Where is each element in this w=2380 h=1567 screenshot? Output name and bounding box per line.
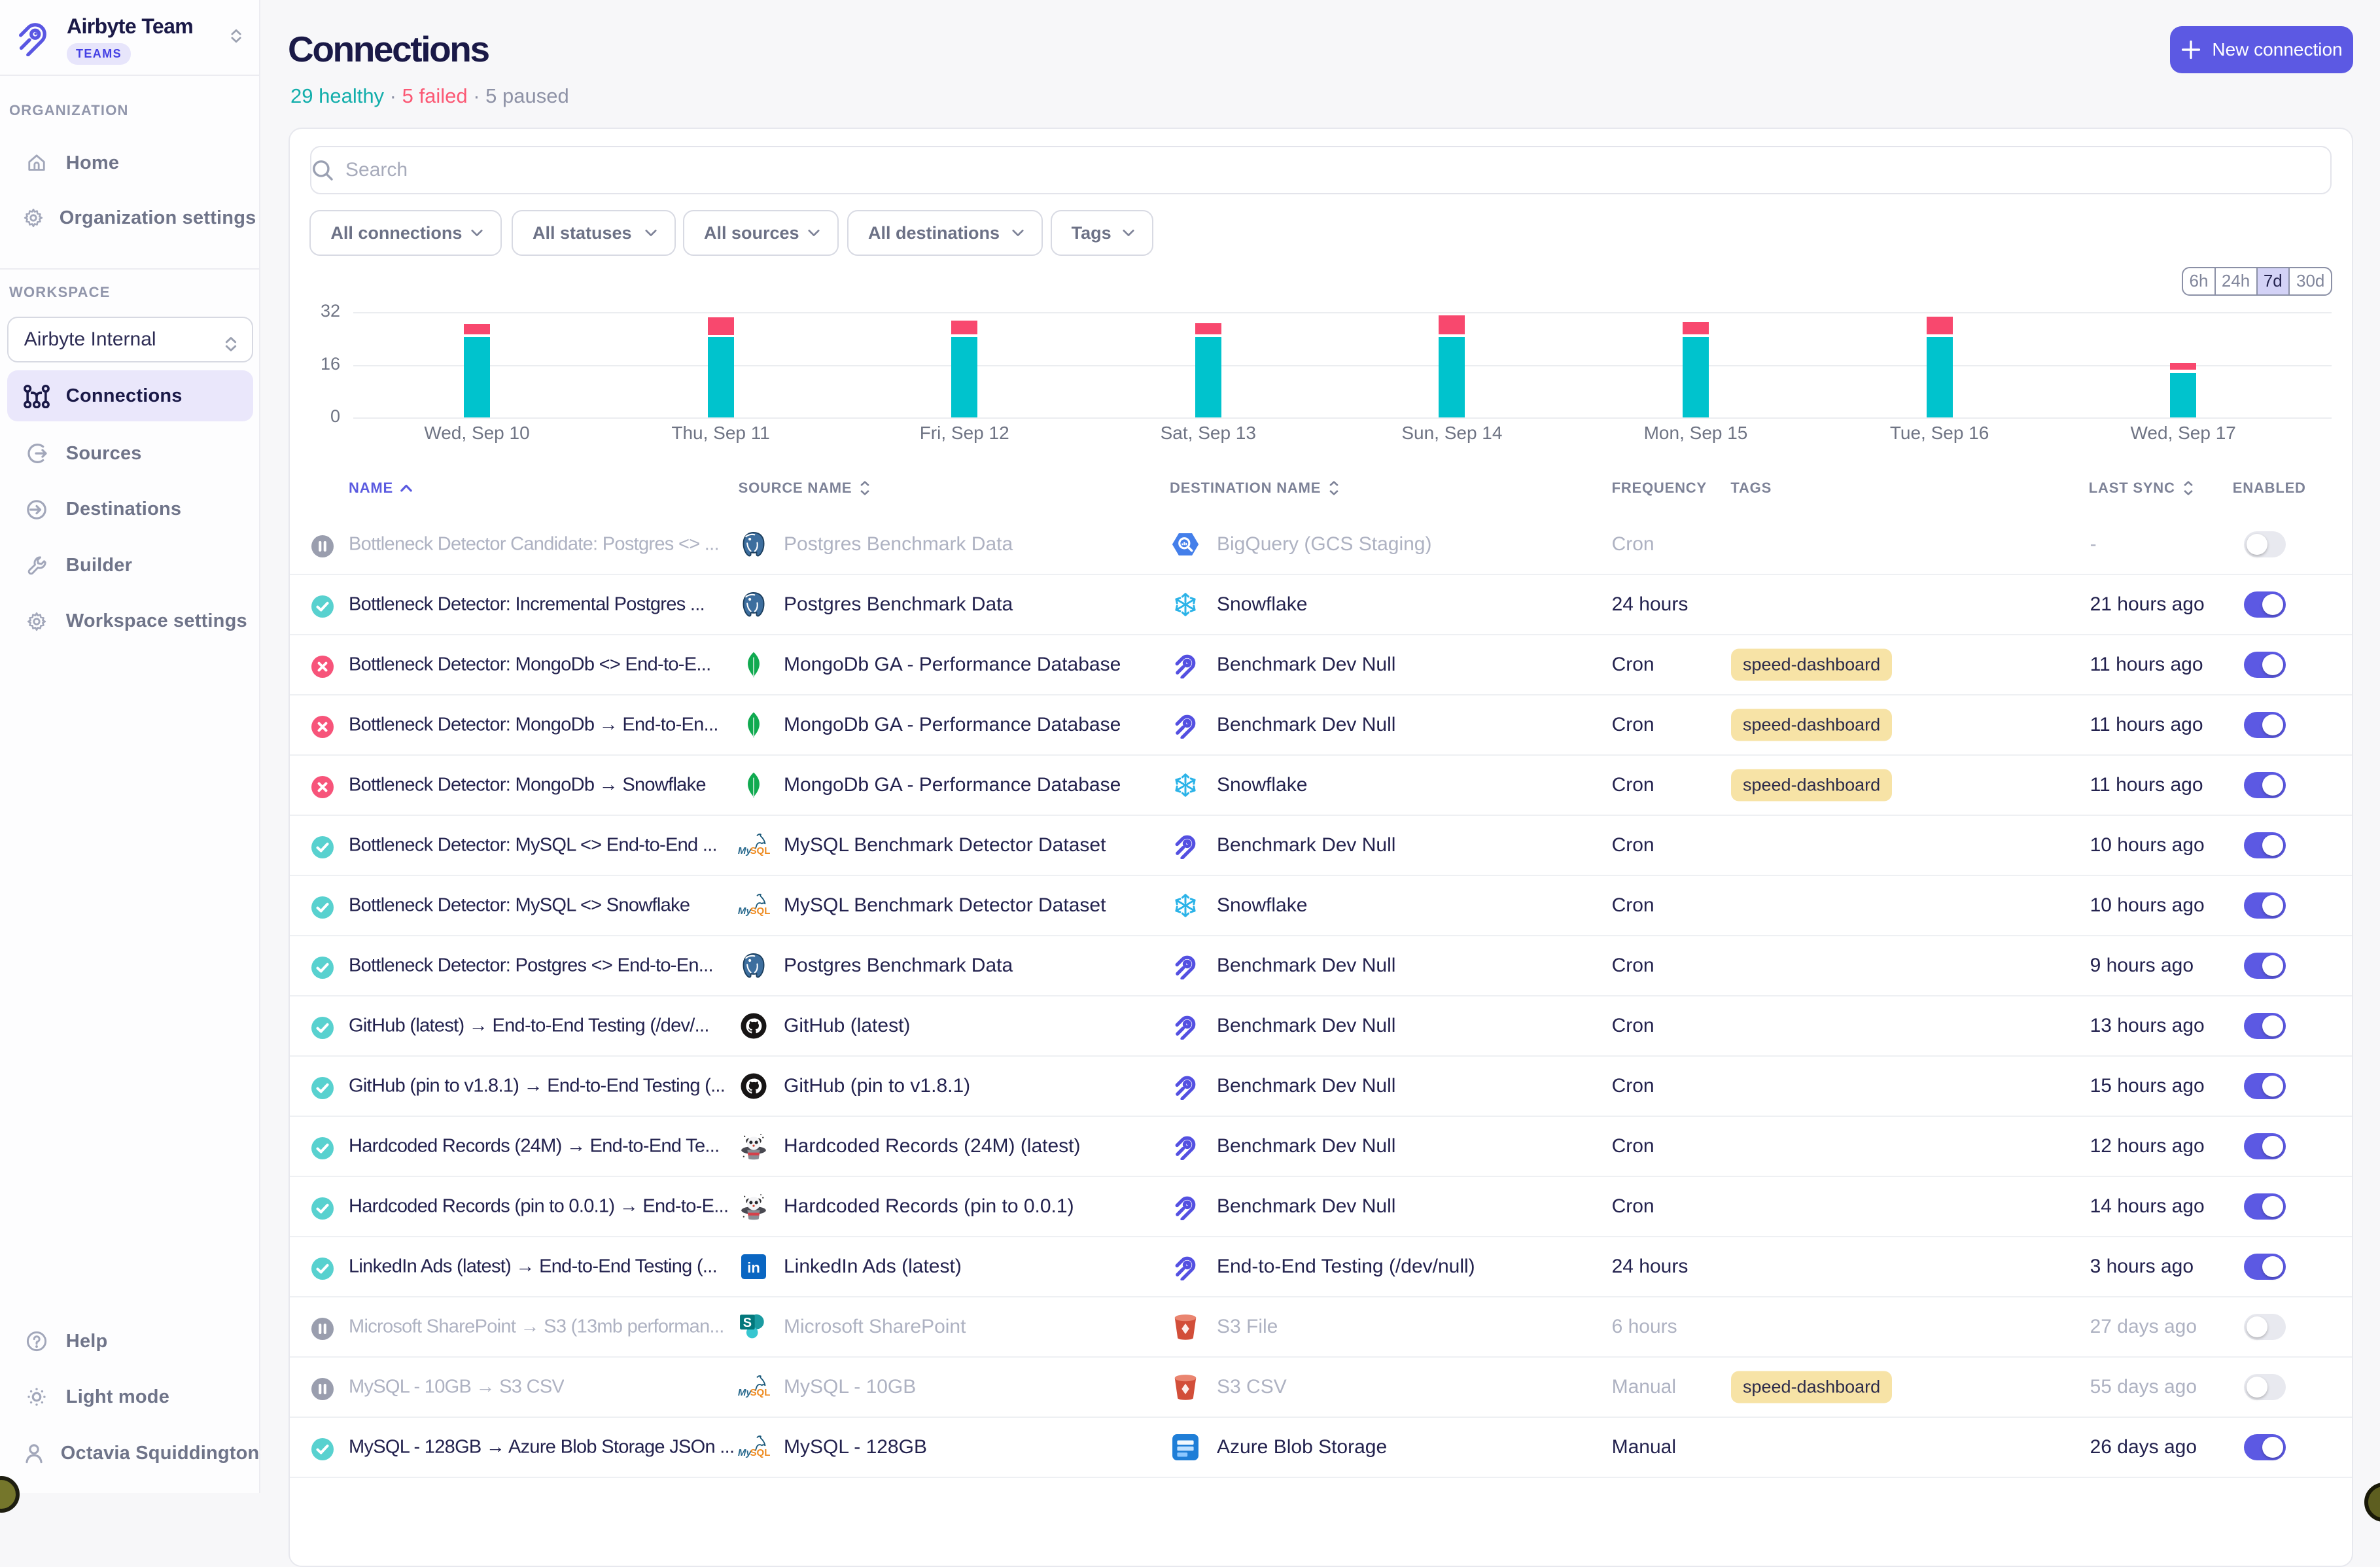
- svg-text:SQL: SQL: [750, 1447, 770, 1458]
- svg-text:in: in: [747, 1259, 760, 1276]
- svg-text:SQL: SQL: [750, 845, 770, 856]
- svg-text:S: S: [743, 1316, 752, 1330]
- svg-text:SQL: SQL: [750, 906, 770, 917]
- svg-text:SQL: SQL: [750, 1387, 770, 1398]
